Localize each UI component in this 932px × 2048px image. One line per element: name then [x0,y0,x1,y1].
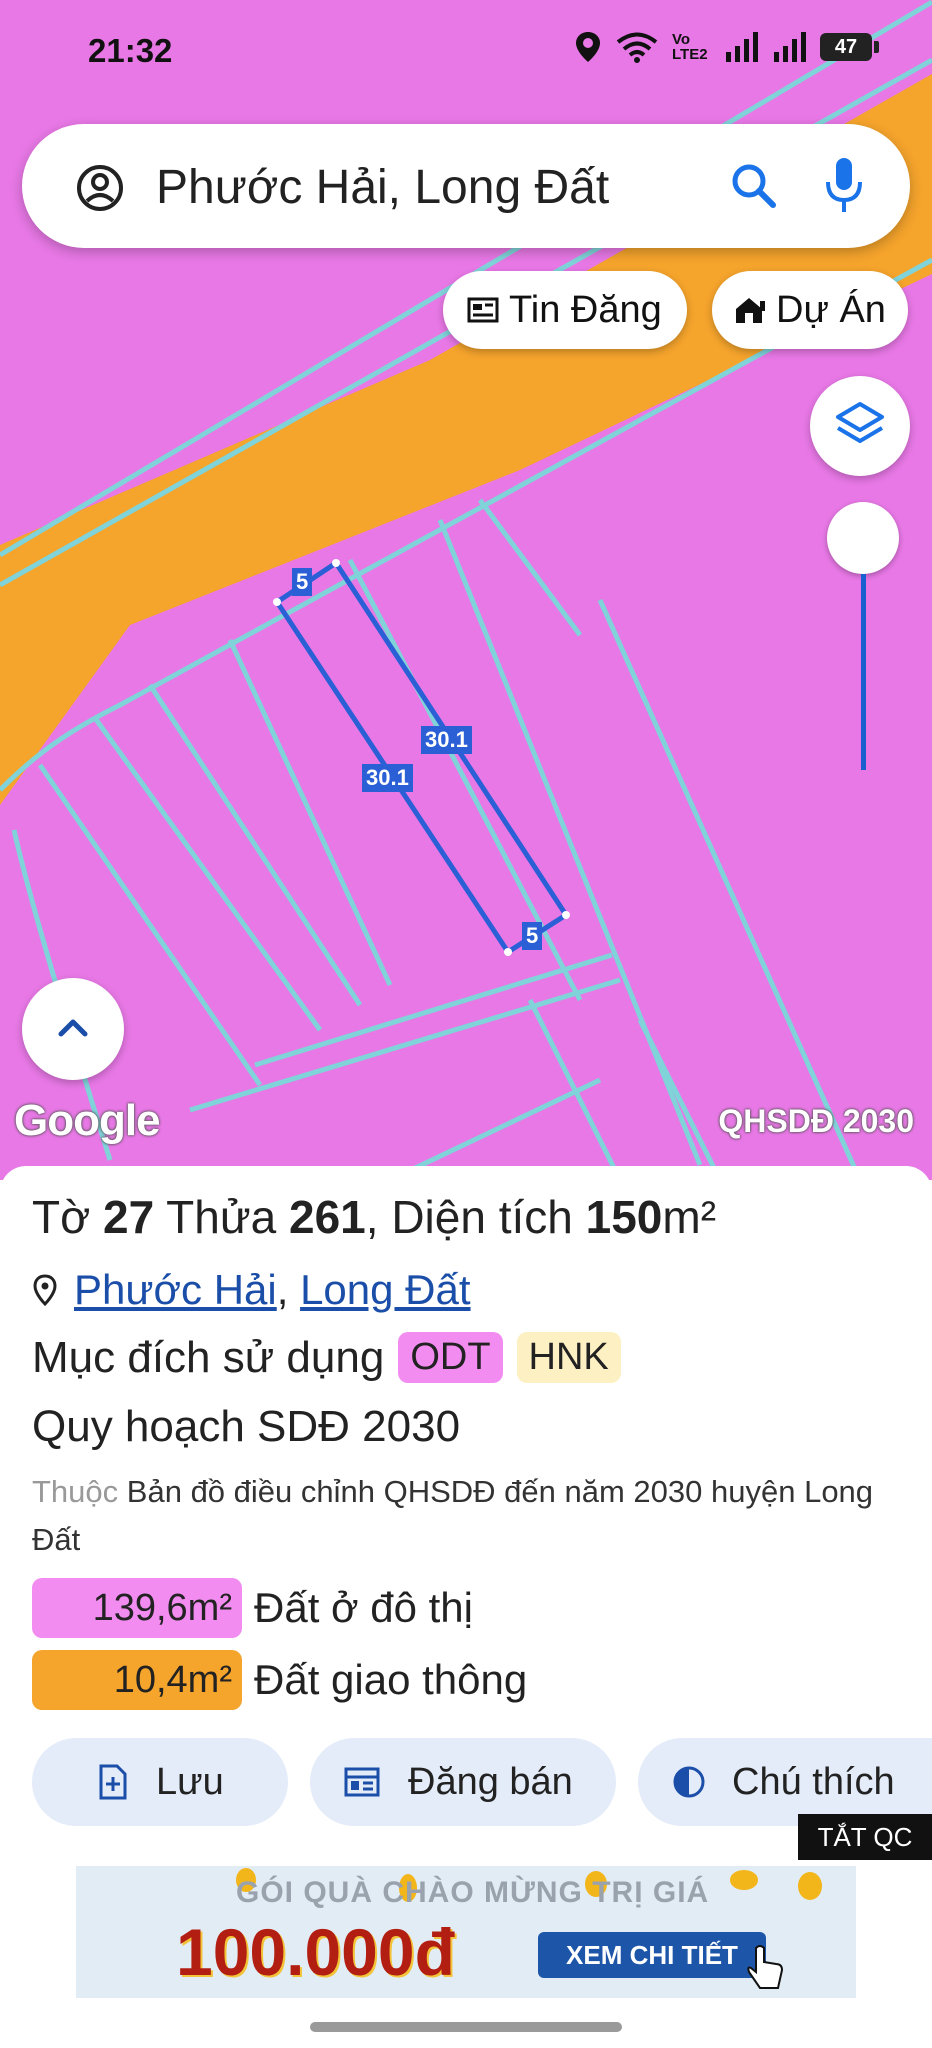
edge-label-top: 5 [292,568,313,596]
ad-cta-button[interactable]: XEM CHI TIẾT [538,1932,766,1978]
layer-badge: QHSDĐ 2030 [718,1103,914,1139]
account-icon[interactable] [76,164,124,212]
area-type-label: Đất giao thông [254,1656,528,1703]
signal-icon-2 [774,32,806,62]
wifi-icon [616,32,658,63]
sheet-label: Tờ [32,1191,91,1243]
expand-up-button[interactable] [22,978,124,1080]
status-icons: Vo LTE2 47 [574,30,879,64]
lot-label: Thửa [166,1191,277,1243]
area-value-pill: 10,4m² [32,1650,242,1710]
ad-amount: 100.000đ [176,1915,455,1989]
save-label: Lưu [156,1760,224,1803]
parcel-title: Tờ 27 Thửa 261, Diện tích 150m² [32,1191,717,1243]
sheet-number: 27 [103,1191,155,1243]
legend-label: Chú thích [732,1760,895,1803]
area-unit: m² [662,1191,717,1243]
search-icon[interactable] [728,160,780,212]
edge-label-right: 30.1 [421,726,472,754]
location-icon [576,32,600,62]
district-link[interactable]: Long Đất [300,1266,470,1314]
save-button[interactable]: Lưu [32,1738,288,1826]
battery-icon: 47 [820,33,879,61]
area-value: 150 [585,1191,663,1243]
post-for-sale-button[interactable]: Đăng bán [310,1738,616,1826]
area-type-label: Đất ở đô thị [254,1584,473,1631]
volte-label: Vo LTE2 [672,31,708,63]
zoom-slider-track[interactable] [861,574,866,770]
legend-button[interactable]: Chú thích [638,1738,932,1826]
land-use-purpose: Mục đích sử dụng ODT HNK [32,1332,621,1383]
signal-icon [726,32,758,62]
building-icon [736,298,765,323]
edge-label-bottom: 5 [522,922,543,950]
ad-headline: GÓI QUÀ CHÀO MỪNG TRỊ GIÁ [236,1876,710,1909]
belongs-prefix: Thuộc [32,1474,119,1509]
layers-icon [836,402,884,443]
location-pin-icon [33,1274,57,1306]
purpose-label: Mục đích sử dụng [32,1332,385,1382]
clock: 21:32 [88,32,173,69]
chip-projects[interactable]: Dự Án [712,271,908,349]
area-label: Diện tích [391,1191,573,1243]
chip-listings[interactable]: Tin Đăng [443,271,687,349]
search-bar[interactable]: Phước Hải, Long Đất [22,124,910,248]
chip-listings-label: Tin Đăng [509,288,662,331]
belongs-text: Bản đồ điều chỉnh QHSDĐ đến năm 2030 huy… [32,1474,874,1557]
parcel-location: Phước Hải, Long Đất [32,1266,471,1314]
add-file-icon [99,1764,127,1800]
newspaper-icon [467,297,499,323]
area-value-pill: 139,6m² [32,1578,242,1638]
plan-title: Quy hoạch SDĐ 2030 [32,1402,461,1451]
area-breakdown-row: 10,4m² Đất giao thông [32,1650,527,1710]
post-label: Đăng bán [408,1760,573,1803]
hand-cursor-icon [747,1945,784,1989]
microphone-icon[interactable] [822,156,866,216]
layers-button[interactable] [810,376,910,476]
chevron-up-icon [58,1019,88,1037]
home-indicator[interactable] [310,2022,622,2032]
contrast-icon [673,1766,705,1798]
close-ad-button[interactable]: TẮT QC [798,1814,932,1860]
edge-label-left: 30.1 [362,764,413,792]
chip-projects-label: Dự Án [776,288,886,331]
plan-source: Thuộc Bản đồ điều chỉnh QHSDĐ đến năm 20… [32,1468,892,1564]
ad-banner[interactable]: GÓI QUÀ CHÀO MỪNG TRỊ GIÁ 100.000đ XEM C… [76,1866,856,1998]
purpose-tag-hnk[interactable]: HNK [516,1332,621,1383]
area-breakdown-row: 139,6m² Đất ở đô thị [32,1578,473,1638]
lot-number: 261 [289,1191,366,1243]
battery-level: 47 [834,35,858,58]
purpose-tag-odt[interactable]: ODT [398,1332,503,1383]
search-input[interactable]: Phước Hải, Long Đất [156,160,609,215]
ward-link[interactable]: Phước Hải [74,1266,277,1314]
listing-icon [344,1767,380,1797]
zoom-slider-knob[interactable] [827,502,899,574]
status-bar: 21:32 Vo LTE2 47 [0,0,932,104]
google-logo: Google [14,1096,161,1145]
